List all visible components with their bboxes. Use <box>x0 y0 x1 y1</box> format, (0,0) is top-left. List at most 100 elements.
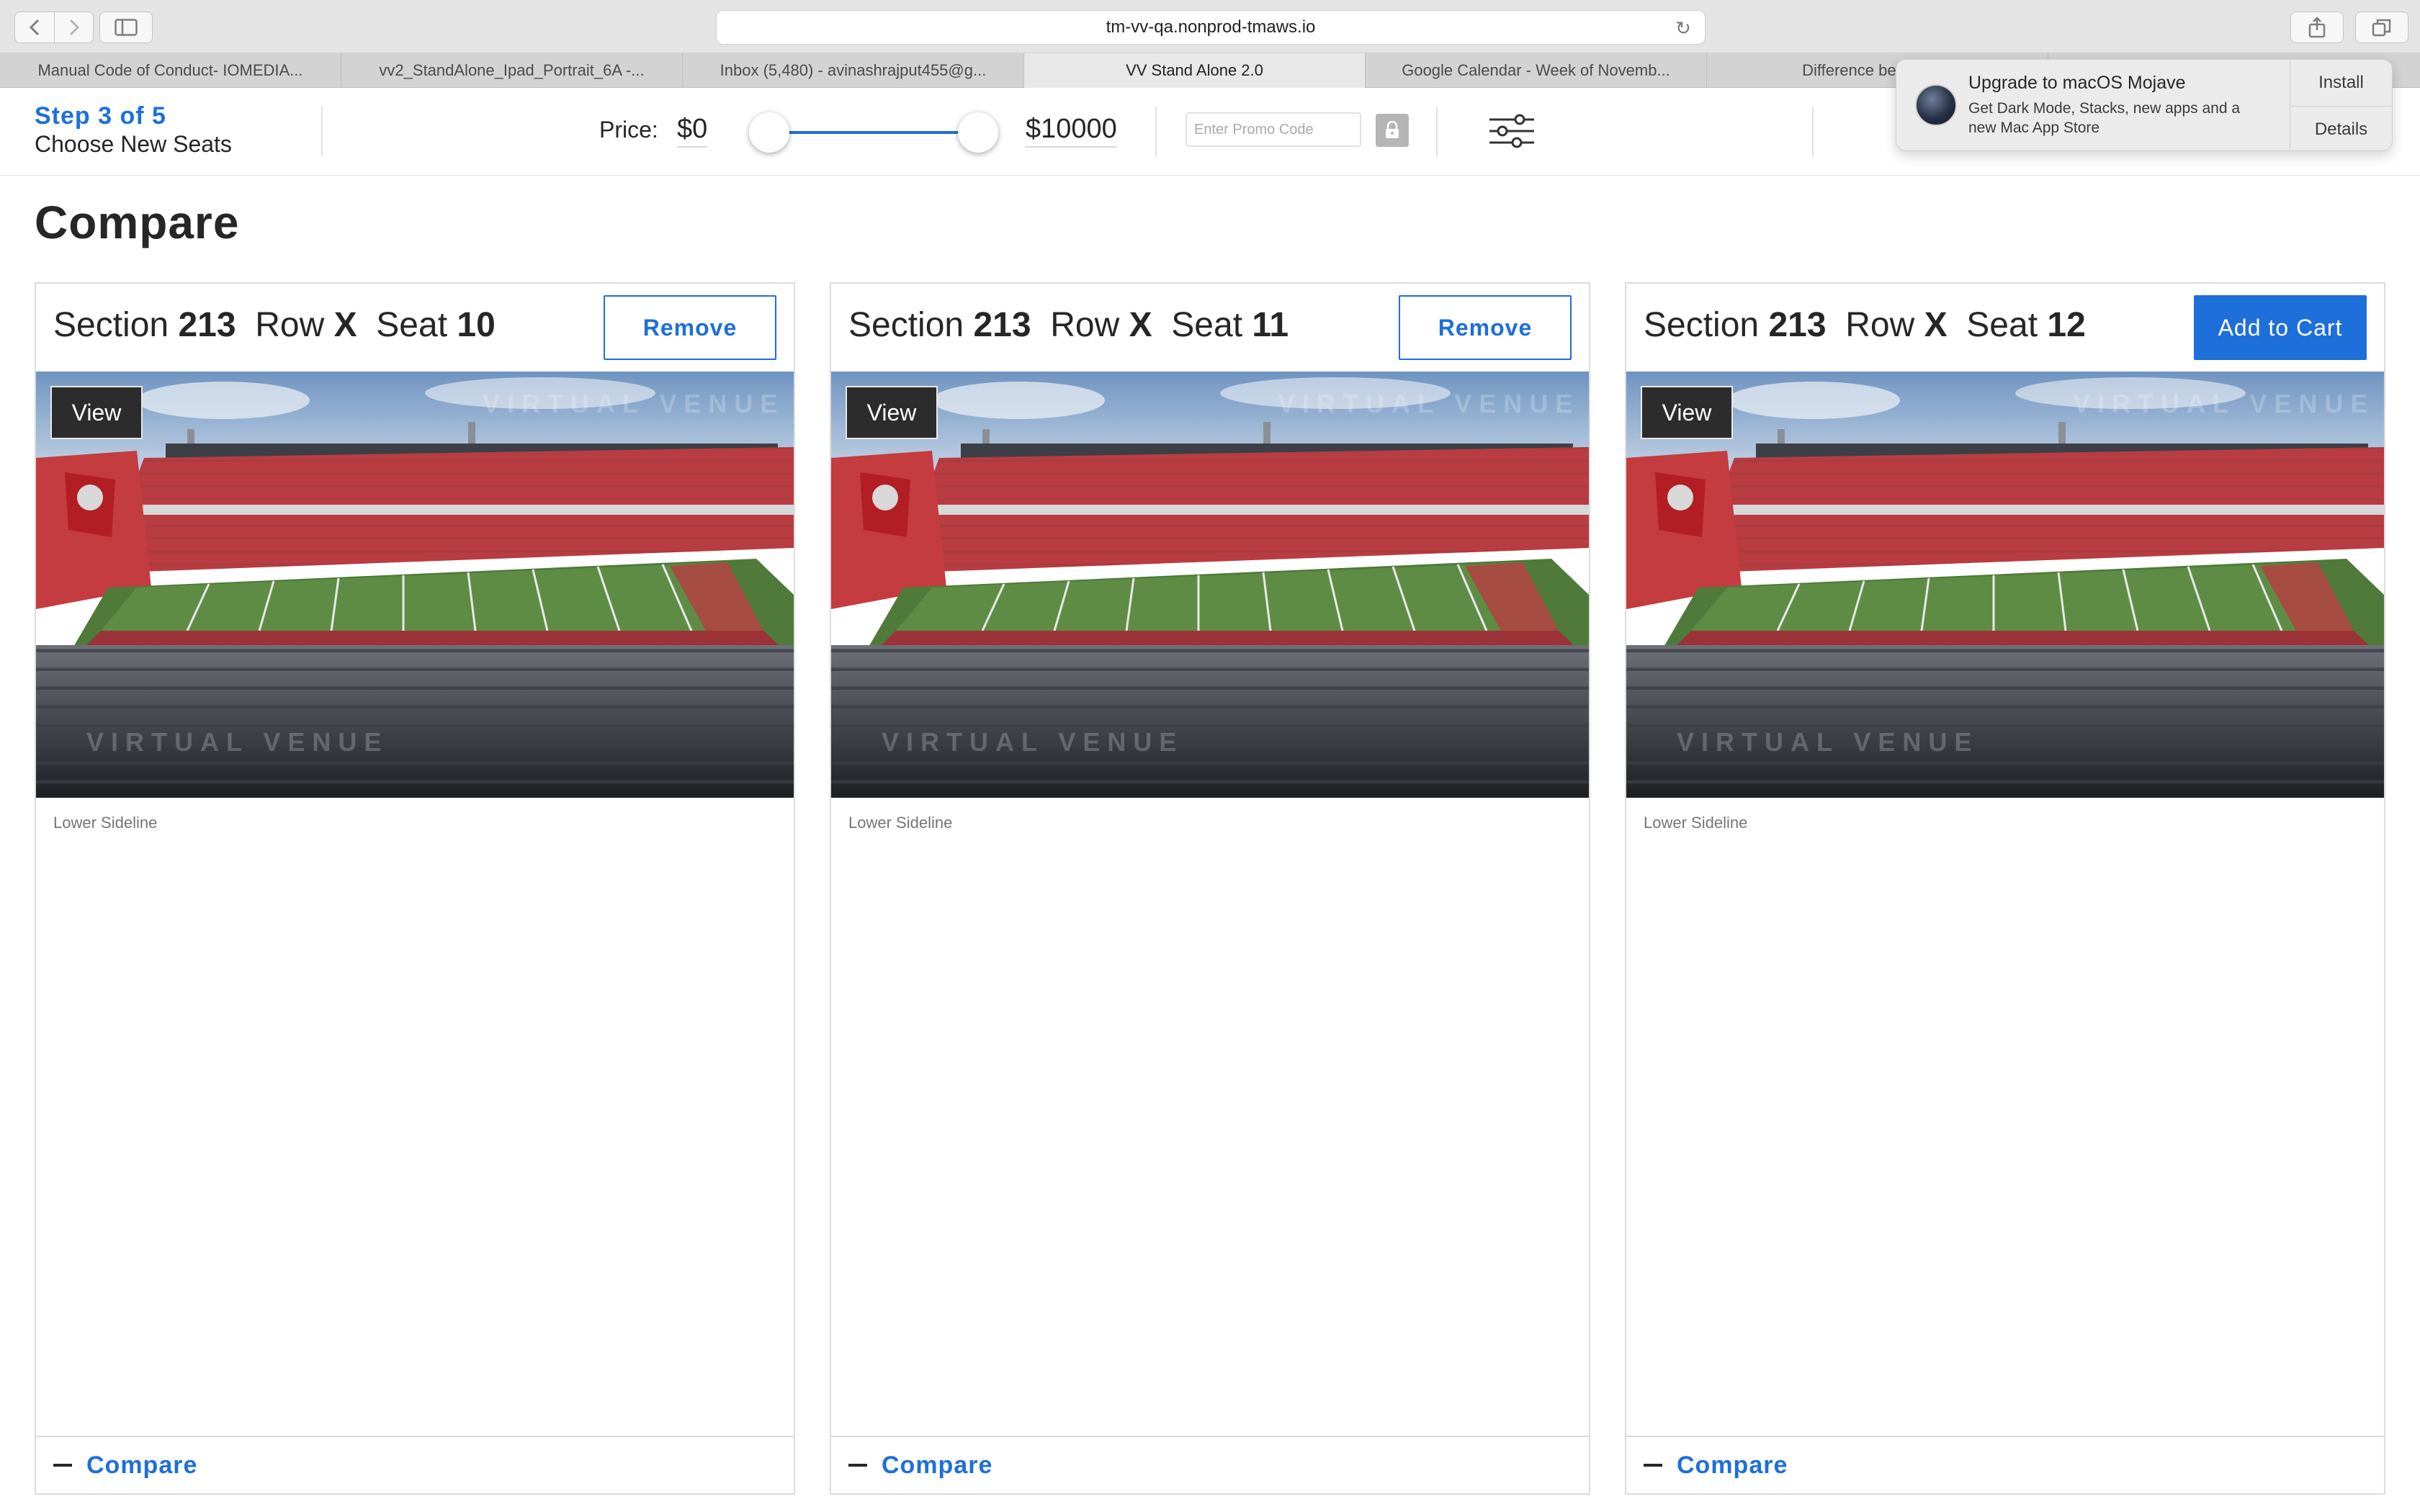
history-nav <box>14 12 94 43</box>
watermark: VIRTUAL VENUE <box>882 727 1184 757</box>
compare-toggle[interactable]: Compare <box>36 1436 794 1493</box>
section-type-label: Lower Sideline <box>1644 814 1748 832</box>
share-button[interactable] <box>2290 12 2344 43</box>
compare-toggle[interactable]: Compare <box>831 1436 1589 1493</box>
price-min-value[interactable]: $0 <box>677 114 708 148</box>
row-word: Row <box>1845 306 1915 344</box>
sliders-icon <box>1489 114 1534 148</box>
step-indicator: Step 3 of 5 <box>35 102 166 130</box>
watermark: VIRTUAL VENUE <box>483 389 785 418</box>
promo-apply-button[interactable] <box>1376 114 1409 147</box>
back-button[interactable] <box>15 12 54 42</box>
divider <box>1155 107 1157 157</box>
seat-view-image[interactable]: VIRTUAL VENUE VIRTUAL VENUE View <box>831 372 1589 798</box>
compare-toggle[interactable]: Compare <box>1626 1436 2384 1493</box>
chevron-left-icon <box>29 19 40 36</box>
browser-tab[interactable]: Manual Code of Conduct- IOMEDIA... <box>0 53 341 88</box>
step-title: Choose New Seats <box>35 131 232 157</box>
sidebar-icon <box>115 19 138 36</box>
compare-link[interactable]: Compare <box>86 1452 197 1480</box>
compare-link[interactable]: Compare <box>1677 1452 1788 1480</box>
seat-card-header: Section 213 Row X Seat 11 Remove <box>831 284 1589 372</box>
seat-title: Section 213 Row X Seat 10 <box>53 305 496 345</box>
sidebar-toggle-button[interactable] <box>99 12 153 43</box>
row-value: X <box>1129 306 1152 344</box>
watermark: VIRTUAL VENUE <box>86 727 389 757</box>
divider <box>321 107 323 157</box>
watermark: VIRTUAL VENUE <box>2073 389 2375 418</box>
tab-label: Inbox (5,480) - avinashrajput455@g... <box>720 61 987 79</box>
address-bar[interactable]: tm-vv-qa.nonprod-tmaws.io ↻ <box>716 10 1706 45</box>
divider <box>1436 107 1438 157</box>
browser-tab[interactable]: Inbox (5,480) - avinashrajput455@g... <box>683 53 1024 88</box>
notification-actions: Install Details <box>2290 60 2392 150</box>
seat-card: Section 213 Row X Seat 11 Remove VIRTUAL… <box>830 282 1590 1495</box>
seat-card: Section 213 Row X Seat 12 Add to Cart VI… <box>1625 282 2385 1495</box>
seat-card: Section 213 Row X Seat 10 Remove VIRTUAL… <box>35 282 795 1495</box>
section-number: 213 <box>178 306 236 344</box>
browser-tab[interactable]: Google Calendar - Week of Novemb... <box>1366 53 1707 88</box>
seat-view-image[interactable]: VIRTUAL VENUE VIRTUAL VENUE View <box>36 372 794 798</box>
price-max-value[interactable]: $10000 <box>1026 114 1117 148</box>
seat-word: Seat <box>376 306 448 344</box>
url-text: tm-vv-qa.nonprod-tmaws.io <box>1106 17 1316 37</box>
row-word: Row <box>255 306 325 344</box>
row-value: X <box>1924 306 1948 344</box>
seat-word: Seat <box>1966 306 2038 344</box>
minus-icon <box>848 1464 867 1467</box>
section-word: Section <box>1644 306 1760 344</box>
watermark: VIRTUAL VENUE <box>1677 727 1979 757</box>
seat-word: Seat <box>1171 306 1243 344</box>
view-button[interactable]: View <box>1641 386 1733 439</box>
macos-mojave-icon <box>1915 84 1957 126</box>
filters-button[interactable] <box>1487 109 1537 153</box>
minus-icon <box>1644 1464 1662 1467</box>
remove-button[interactable]: Remove <box>1399 295 1572 360</box>
price-slider-max-handle[interactable] <box>958 112 998 153</box>
seat-number: 12 <box>2047 306 2086 344</box>
seat-title: Section 213 Row X Seat 11 <box>848 305 1289 345</box>
browser-toolbar: tm-vv-qa.nonprod-tmaws.io ↻ <box>0 0 2420 53</box>
install-button[interactable]: Install <box>2290 60 2392 106</box>
browser-tab-active[interactable]: VV Stand Alone 2.0 <box>1024 53 1366 88</box>
add-to-cart-button[interactable]: Add to Cart <box>2194 295 2367 360</box>
tab-label: vv2_StandAlone_Ipad_Portrait_6A -... <box>379 61 645 79</box>
view-button[interactable]: View <box>50 386 143 439</box>
tabs-icon <box>2372 19 2391 37</box>
seat-title: Section 213 Row X Seat 12 <box>1644 305 2086 345</box>
macos-upgrade-notification[interactable]: Upgrade to macOS Mojave Get Dark Mode, S… <box>1896 59 2393 151</box>
browser-tab[interactable]: vv2_StandAlone_Ipad_Portrait_6A -... <box>341 53 683 88</box>
price-slider-min-handle[interactable] <box>749 112 789 153</box>
seat-card-header: Section 213 Row X Seat 12 Add to Cart <box>1626 284 2384 372</box>
tab-overview-button[interactable] <box>2355 12 2408 43</box>
section-word: Section <box>53 306 169 344</box>
tab-label: Manual Code of Conduct- IOMEDIA... <box>37 61 303 79</box>
price-slider-track[interactable] <box>769 131 978 134</box>
section-number: 213 <box>973 306 1031 344</box>
seat-number: 10 <box>457 306 496 344</box>
notification-title: Upgrade to macOS Mojave <box>1968 73 2186 93</box>
page-title: Compare <box>35 197 240 248</box>
divider <box>1812 107 1814 157</box>
seat-number: 11 <box>1252 306 1289 344</box>
seat-card-header: Section 213 Row X Seat 10 Remove <box>36 284 794 372</box>
watermark: VIRTUAL VENUE <box>1278 389 1580 418</box>
lock-icon <box>1386 121 1399 138</box>
row-value: X <box>333 306 357 344</box>
minus-icon <box>53 1464 72 1467</box>
section-word: Section <box>848 306 964 344</box>
share-icon <box>2308 17 2326 38</box>
section-type-label: Lower Sideline <box>848 814 953 832</box>
view-button[interactable]: View <box>846 386 938 439</box>
promo-code-input[interactable] <box>1186 112 1361 147</box>
section-number: 213 <box>1768 306 1827 344</box>
compare-link[interactable]: Compare <box>882 1452 992 1480</box>
remove-button[interactable]: Remove <box>604 295 776 360</box>
details-button[interactable]: Details <box>2290 106 2392 150</box>
chevron-right-icon <box>69 19 79 36</box>
notification-body: Get Dark Mode, Stacks, new apps and a ne… <box>1968 100 2241 136</box>
reload-icon[interactable]: ↻ <box>1673 18 1693 38</box>
row-word: Row <box>1050 306 1120 344</box>
forward-button[interactable] <box>54 12 93 42</box>
seat-view-image[interactable]: VIRTUAL VENUE VIRTUAL VENUE View <box>1626 372 2384 798</box>
